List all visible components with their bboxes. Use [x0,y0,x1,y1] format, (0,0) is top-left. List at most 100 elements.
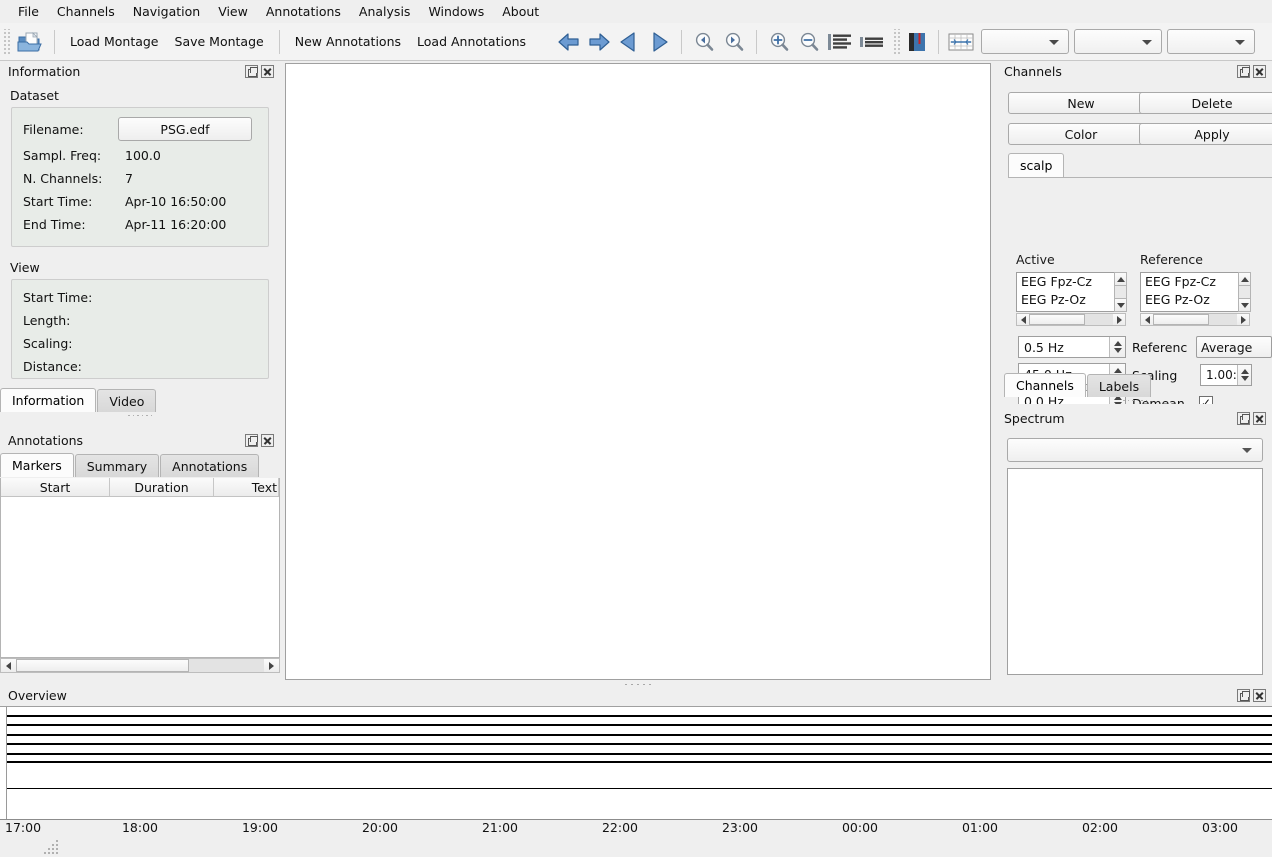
filename-button[interactable]: PSG.edf [118,117,252,141]
float-icon[interactable] [245,65,258,78]
step-back-icon[interactable] [554,28,584,56]
reference-combo[interactable]: Average [1196,336,1272,358]
menu-item-annotations[interactable]: Annotations [257,2,350,21]
add-marker-icon[interactable] [903,28,931,56]
load-annotations-button[interactable]: Load Annotations [409,28,534,56]
tab-labels[interactable]: Labels [1086,374,1152,397]
tab-video[interactable]: Video [97,389,157,412]
active-list-item[interactable]: EEG Pz-Oz [1017,291,1125,309]
scroll-up-arrow[interactable] [1114,272,1127,286]
tab-channels[interactable]: Channels [1004,373,1086,397]
information-panel-splitter[interactable] [0,412,280,419]
tab-annotations[interactable]: Annotations [160,454,260,477]
scroll-down-arrow[interactable] [1114,298,1127,312]
column-header-duration[interactable]: Duration [110,478,214,496]
more-channels-icon[interactable] [824,28,856,56]
spectrum-plot[interactable] [1007,468,1263,675]
active-list-item[interactable]: EEG Fpz-Cz [1017,273,1125,291]
float-icon[interactable] [1237,412,1250,425]
active-list-vscrollbar[interactable] [1114,272,1127,312]
markers-hscrollbar[interactable] [0,658,280,673]
zoom-time-in-icon[interactable] [719,28,749,56]
new-channel-button[interactable]: New [1008,92,1154,114]
highpass-filter-spinbox[interactable]: 0.5 Hz [1018,336,1126,358]
toolbar-combo-2[interactable] [1074,29,1163,54]
float-icon[interactable] [245,434,258,447]
tab-summary[interactable]: Summary [74,454,160,477]
new-annotations-button[interactable]: New Annotations [287,28,409,56]
channels-panel-splitter[interactable] [1110,397,1160,404]
active-hscroll-thumb[interactable] [1029,314,1085,325]
overview-panel: Overview 17:00 18:00 19:00 20:00 21:00 2… [0,685,1272,835]
scroll-right-arrow[interactable] [264,659,279,672]
reference-channel-list[interactable]: EEG Fpz-Cz EEG Pz-Oz [1140,272,1250,312]
toolbar-grip-2[interactable] [892,28,902,55]
delete-channel-button[interactable]: Delete [1139,92,1272,114]
scroll-down-arrow[interactable] [1238,298,1251,312]
grid-icon[interactable] [946,28,976,56]
toolbar-combo-1[interactable] [981,29,1070,54]
view-length-row: Length: [12,309,268,332]
scroll-right-arrow[interactable] [1237,314,1249,325]
scroll-left-arrow[interactable] [1,659,16,672]
load-montage-button[interactable]: Load Montage [62,28,167,56]
signal-canvas[interactable] [285,63,991,680]
reference-list-vscrollbar[interactable] [1238,272,1251,312]
markers-hscroll-thumb[interactable] [16,659,189,672]
toolbar-grip-1[interactable] [2,28,11,55]
scroll-left-arrow[interactable] [1017,314,1029,325]
scroll-up-arrow[interactable] [1238,272,1251,286]
menu-item-channels[interactable]: Channels [48,2,124,21]
scroll-right-arrow[interactable] [1113,314,1125,325]
apply-channel-button[interactable]: Apply [1139,123,1272,145]
reference-list-hscrollbar[interactable] [1140,313,1250,326]
scaling-spin-buttons[interactable] [1237,365,1251,385]
page-forward-icon[interactable] [644,28,674,56]
page-back-icon[interactable] [614,28,644,56]
tab-information[interactable]: Information [0,388,97,412]
close-icon[interactable] [261,434,274,447]
active-channel-list[interactable]: EEG Fpz-Cz EEG Pz-Oz [1016,272,1126,312]
zoom-out-icon[interactable] [794,28,824,56]
spectrum-channel-combo[interactable] [1007,438,1263,462]
menu-item-view[interactable]: View [209,2,257,21]
menu-item-analysis[interactable]: Analysis [350,2,420,21]
markers-table-body[interactable] [1,497,279,656]
time-tick: 19:00 [241,820,279,835]
menu-item-navigation[interactable]: Navigation [124,2,209,21]
zoom-in-icon[interactable] [764,28,794,56]
close-icon[interactable] [261,65,274,78]
zoom-time-out-icon[interactable] [689,28,719,56]
menu-item-windows[interactable]: Windows [419,2,493,21]
resize-grip[interactable] [44,840,58,854]
color-channel-button[interactable]: Color [1008,123,1154,145]
float-icon[interactable] [1237,689,1250,702]
close-icon[interactable] [1253,65,1266,78]
scaling-spinbox[interactable]: 1.00: [1200,364,1252,386]
close-icon[interactable] [1253,412,1266,425]
reference-list-item[interactable]: EEG Pz-Oz [1141,291,1249,309]
step-forward-icon[interactable] [584,28,614,56]
markers-hscroll-track[interactable] [16,659,264,672]
overview-plot[interactable] [0,706,1272,820]
reference-hscroll-thumb[interactable] [1153,314,1209,325]
active-list-hscrollbar[interactable] [1016,313,1126,326]
close-icon[interactable] [1253,689,1266,702]
reference-field-label: Referenc [1132,340,1188,355]
save-montage-button[interactable]: Save Montage [167,28,272,56]
tab-scalp[interactable]: scalp [1008,153,1065,177]
menu-item-about[interactable]: About [493,2,548,21]
scroll-left-arrow[interactable] [1141,314,1153,325]
open-folder-icon[interactable] [13,28,47,56]
reference-hscroll-track[interactable] [1153,314,1237,325]
column-header-text[interactable]: Text [214,478,279,496]
highpass-spin-buttons[interactable] [1109,337,1125,357]
tab-markers[interactable]: Markers [0,453,74,477]
menu-item-file[interactable]: File [9,2,48,21]
column-header-start[interactable]: Start [1,478,110,496]
reference-list-item[interactable]: EEG Fpz-Cz [1141,273,1249,291]
toolbar-combo-3[interactable] [1167,29,1256,54]
active-hscroll-track[interactable] [1029,314,1113,325]
float-icon[interactable] [1237,65,1250,78]
fewer-channels-icon[interactable] [856,28,888,56]
